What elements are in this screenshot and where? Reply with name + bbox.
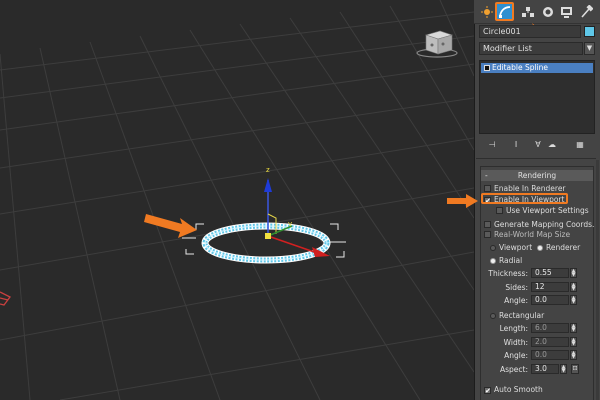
spinner-arrows-icon[interactable]: ▲ ▼: [560, 364, 567, 374]
modifier-stack-item-label: Editable Spline: [492, 63, 549, 72]
perspective-viewport[interactable]: z y: [0, 0, 474, 400]
rendering-rollout-header[interactable]: - Rendering: [481, 170, 593, 181]
spinner-arrows-icon[interactable]: ▲ ▼: [570, 323, 577, 333]
stack-toolbar: ⊣ Ⅰ ∀ ☁ ▦: [479, 138, 595, 152]
panel-scrollbar[interactable]: [596, 160, 599, 400]
modifier-list-label: Modifier List: [483, 44, 532, 53]
sides-label: Sides:: [505, 283, 528, 292]
auto-smooth-label: Auto Smooth: [494, 385, 543, 394]
viewport-radio-label: Viewport: [499, 243, 533, 252]
use-viewport-settings-checkbox[interactable]: Use Viewport Settings: [496, 206, 589, 216]
radio-selected-icon[interactable]: [537, 245, 543, 251]
radio-icon[interactable]: [490, 313, 496, 319]
hammer-icon[interactable]: [577, 2, 596, 21]
make-unique-icon[interactable]: ∀: [533, 140, 543, 150]
spinner-arrows-icon[interactable]: ▲ ▼: [570, 282, 577, 292]
radial-radio-label: Radial: [499, 256, 523, 265]
real-world-map-label: Real-World Map Size: [494, 230, 571, 239]
aspect-label: Aspect:: [499, 365, 528, 374]
length-label: Length:: [499, 324, 528, 333]
spinner-arrows-icon[interactable]: ▲ ▼: [570, 295, 577, 305]
lock-icon[interactable]: ⊡: [571, 364, 579, 374]
checkbox-icon[interactable]: [496, 207, 503, 214]
sides-field[interactable]: 12: [531, 282, 569, 292]
width-field[interactable]: 2.0: [531, 337, 569, 347]
checkmark-icon[interactable]: ✔: [484, 387, 491, 395]
spinner-arrows-icon[interactable]: ▲ ▼: [570, 337, 577, 347]
modifier-stack[interactable]: Editable Spline: [479, 60, 595, 134]
ground-grid: [0, 0, 474, 400]
object-name-input[interactable]: [479, 25, 581, 38]
generate-mapping-checkbox[interactable]: Generate Mapping Coords.: [484, 220, 594, 230]
chevron-down-icon[interactable]: ▼: [584, 42, 595, 55]
view-cube[interactable]: [416, 30, 458, 58]
real-world-map-checkbox[interactable]: Real-World Map Size: [484, 230, 570, 240]
generate-mapping-label: Generate Mapping Coords.: [494, 220, 595, 229]
divider: [476, 158, 596, 159]
command-panel-tabs: [474, 0, 600, 24]
sun-icon[interactable]: [477, 2, 496, 21]
angle-label: Angle:: [504, 296, 528, 305]
pin-stack-icon[interactable]: ⊣: [487, 140, 497, 150]
spinner-arrows-icon[interactable]: ▲ ▼: [570, 268, 577, 278]
auto-smooth-checkbox[interactable]: ✔ Auto Smooth: [484, 385, 543, 395]
angle-field[interactable]: 0.0: [531, 295, 569, 305]
width-label: Width:: [503, 338, 528, 347]
motion-icon[interactable]: [538, 2, 557, 21]
rect-angle-field[interactable]: 0.0: [531, 350, 569, 360]
object-color-swatch[interactable]: [584, 26, 595, 37]
aspect-field[interactable]: 3.0: [531, 364, 559, 374]
display-icon[interactable]: [557, 2, 576, 21]
rectangular-radio-label: Rectangular: [499, 311, 545, 320]
spinner-arrows-icon[interactable]: ▲ ▼: [570, 350, 577, 360]
modify-icon[interactable]: [495, 2, 514, 21]
renderer-radio[interactable]: Renderer: [537, 243, 580, 253]
rect-angle-label: Angle:: [504, 351, 528, 360]
checkbox-icon[interactable]: [484, 185, 491, 192]
show-end-result-icon[interactable]: Ⅰ: [511, 140, 521, 150]
thickness-field[interactable]: 0.55: [531, 268, 569, 278]
rendering-rollout-title: Rendering: [517, 171, 557, 180]
renderer-radio-label: Renderer: [546, 243, 581, 252]
checkbox-icon[interactable]: [484, 231, 491, 238]
highlight-box: [481, 193, 568, 204]
remove-modifier-icon[interactable]: ☁: [547, 140, 557, 150]
use-viewport-settings-label: Use Viewport Settings: [506, 206, 589, 215]
length-field[interactable]: 6.0: [531, 323, 569, 333]
red-object: [0, 291, 11, 306]
configure-sets-icon[interactable]: ▦: [575, 140, 585, 150]
hierarchy-icon[interactable]: [518, 2, 537, 21]
transform-gizmo[interactable]: z y: [264, 166, 330, 257]
radial-radio[interactable]: Radial: [490, 256, 522, 266]
radio-selected-icon[interactable]: [490, 258, 496, 264]
modifier-stack-item[interactable]: Editable Spline: [481, 63, 593, 73]
expand-icon[interactable]: [484, 65, 490, 71]
rectangular-radio[interactable]: Rectangular: [490, 311, 544, 321]
radio-icon[interactable]: [490, 245, 496, 251]
svg-text:z: z: [266, 166, 270, 174]
enable-in-renderer-label: Enable In Renderer: [494, 184, 566, 193]
thickness-label: Thickness:: [488, 269, 528, 278]
viewport-radio[interactable]: Viewport: [490, 243, 532, 253]
collapse-icon[interactable]: -: [485, 170, 488, 181]
checkbox-icon[interactable]: [484, 221, 491, 228]
annotation-arrow-viewport: [144, 214, 197, 238]
annotation-arrow-checkbox: [447, 194, 478, 208]
circle-spline-tube[interactable]: [201, 222, 331, 264]
modifier-list-dropdown[interactable]: Modifier List: [479, 42, 583, 55]
